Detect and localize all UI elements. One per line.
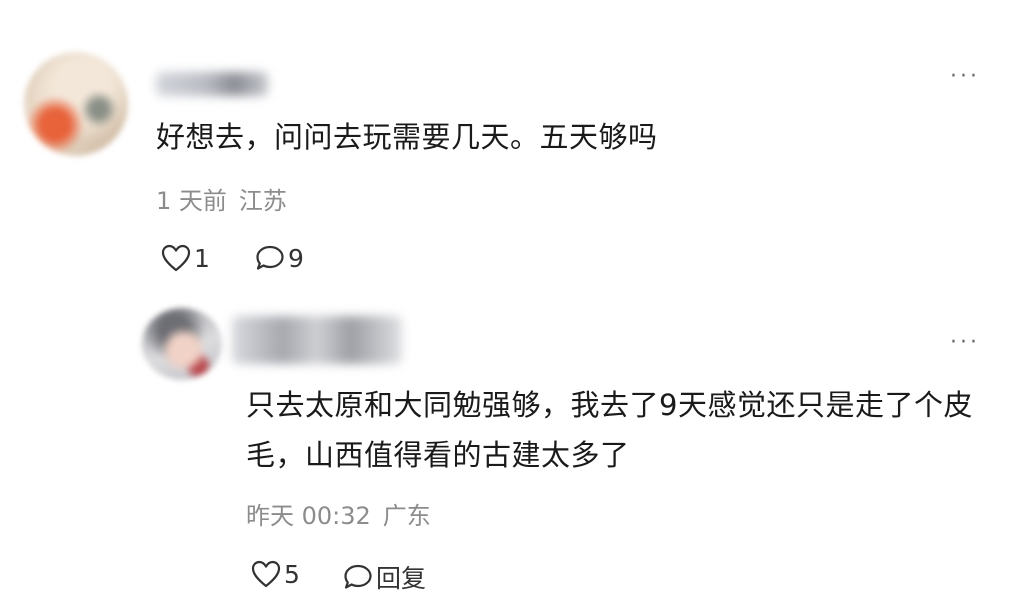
comment-like-button[interactable]: 1 <box>160 243 210 273</box>
comment-like-count: 1 <box>194 243 210 273</box>
heart-outline-icon <box>161 244 191 272</box>
comment-text: 好想去，问问去玩需要几天。五天够吗 <box>156 120 658 154</box>
reply-location: 广东 <box>382 502 431 530</box>
replier-name-blurred[interactable] <box>232 316 402 364</box>
reply-text: 只去太原和大同勉强够，我去了9天感觉还只是走了个皮毛，山西值得看的古建太多了 <box>246 388 973 472</box>
commenter-name-blurred[interactable] <box>156 72 268 96</box>
speech-bubble-outline-icon <box>344 564 372 589</box>
comment-meta: 1 天前 江苏 <box>156 186 287 216</box>
commenter-avatar[interactable] <box>24 52 128 156</box>
speech-bubble-outline-icon <box>256 245 284 270</box>
replier-avatar[interactable] <box>142 308 222 380</box>
reply-like-count: 5 <box>284 559 300 589</box>
reply-like-button[interactable]: 5 <box>250 559 300 589</box>
reply-meta: 昨天 00:32 广东 <box>246 501 431 531</box>
comment-reply-button[interactable]: 9 <box>254 243 304 273</box>
reply-time: 昨天 00:32 <box>246 502 371 530</box>
comment-reply-count: 9 <box>288 243 304 273</box>
comment-time: 1 天前 <box>156 187 227 215</box>
comment-location: 江苏 <box>238 187 287 215</box>
reply-reply-label: 回复 <box>376 564 427 593</box>
reply-more-button[interactable]: ··· <box>950 332 980 354</box>
heart-outline-icon <box>251 560 281 588</box>
comment-more-button[interactable]: ··· <box>950 66 980 88</box>
reply-reply-button[interactable]: 回复 <box>342 559 426 595</box>
